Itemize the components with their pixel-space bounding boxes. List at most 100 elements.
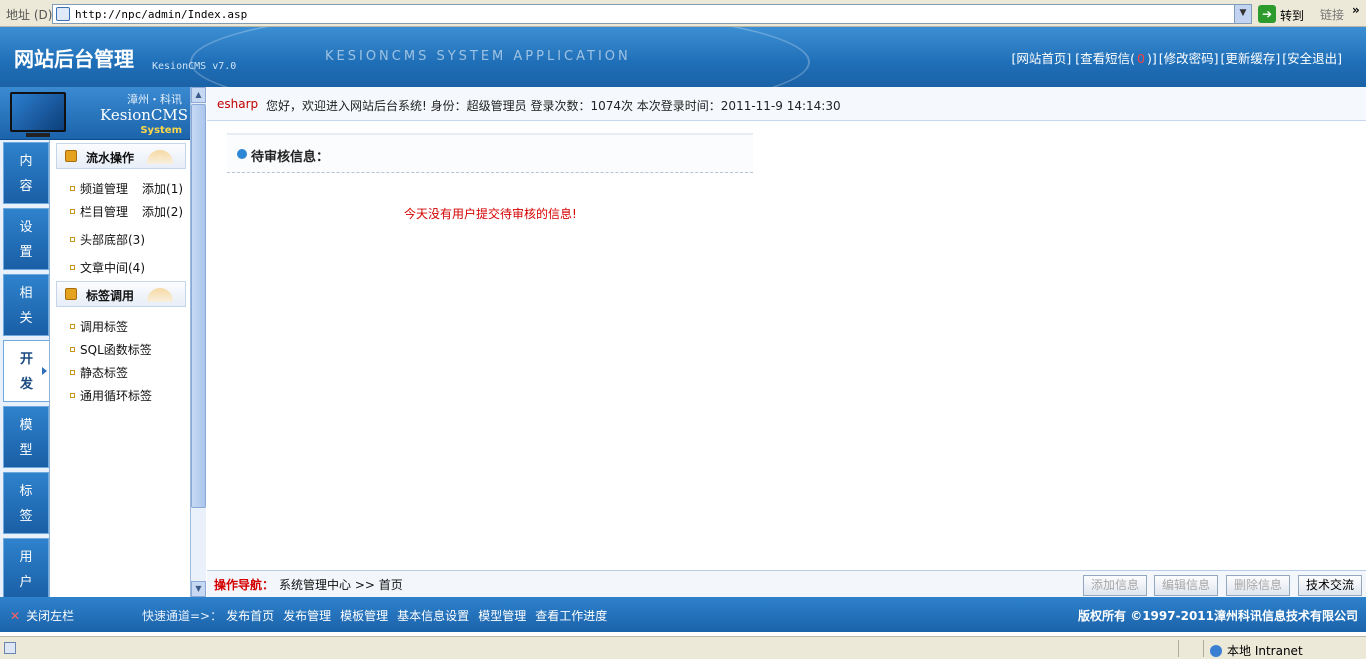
quick-link-template[interactable]: 模板管理 [340, 609, 388, 623]
add-info-button[interactable]: 添加信息 [1083, 575, 1147, 596]
nav-logout[interactable]: [安全退出] [1282, 51, 1342, 66]
address-bar: 地址 (D) http://npc/admin/Index.asp ▼ ➔ 转到… [0, 0, 1366, 27]
status-separator [1203, 640, 1204, 657]
go-button[interactable]: ➔ 转到 [1258, 4, 1314, 24]
tech-exchange-button[interactable]: 技术交流 [1298, 575, 1362, 596]
tab-content-label-bottom: 容 [19, 179, 33, 194]
collapse-icon [147, 288, 173, 302]
delete-info-button[interactable]: 删除信息 [1226, 575, 1290, 596]
menu-group-workflow[interactable]: 流水操作 [56, 143, 186, 169]
sidebar-menu: 流水操作 频道管理 添加(1) 栏目管理 添加(2) 头部底部(3) 文章中间(4)… [50, 140, 190, 597]
quick-link-model[interactable]: 模型管理 [478, 609, 526, 623]
tab-develop-label-bottom: 发 [19, 377, 33, 392]
tab-users-label-bottom: 户 [19, 575, 33, 590]
thumb-up-icon [65, 288, 77, 300]
tab-users[interactable]: 用 户 [3, 538, 49, 600]
status-bar: 本地 Intranet [0, 636, 1366, 659]
quick-links-label: 快速通道=>： [142, 609, 223, 623]
address-input[interactable]: http://npc/admin/Index.asp ▼ [52, 4, 1252, 24]
bullet-icon [70, 265, 75, 270]
close-icon: ✕ [10, 609, 21, 623]
menu-item-label[interactable]: 调用标签 [80, 320, 128, 334]
scroll-thumb[interactable] [191, 104, 206, 508]
go-arrow-icon: ➔ [1258, 5, 1276, 23]
menu-item-label[interactable]: 文章中间(4) [80, 261, 145, 275]
quick-link-publish-home[interactable]: 发布首页 [226, 609, 274, 623]
status-separator [1178, 640, 1179, 657]
page-title: 网站后台管理 [14, 47, 134, 71]
page-status-icon [4, 642, 16, 654]
menu-scrollbar[interactable]: ▲ ▼ [190, 87, 206, 597]
scroll-down-icon[interactable]: ▼ [191, 581, 206, 597]
quick-link-progress[interactable]: 查看工作进度 [535, 609, 607, 623]
menu-item-label[interactable]: 头部底部(3) [80, 233, 145, 247]
menu-group-tags[interactable]: 标签调用 [56, 281, 186, 307]
nav-messages[interactable]: [查看短信(0)] [1073, 51, 1156, 66]
menu-group-title: 流水操作 [86, 151, 135, 165]
menu-item-column: 栏目管理 添加(2) [70, 203, 183, 220]
username: esharp [217, 97, 259, 111]
tab-tags-label-top: 标 [19, 484, 33, 499]
address-dropdown-icon[interactable]: ▼ [1234, 5, 1251, 23]
address-label: 地址 (D) [6, 8, 53, 22]
footer: ✕ 关闭左栏 快速通道=>： 发布首页 发布管理 模板管理 基本信息设置 模型管理 查看工作进… [0, 597, 1366, 632]
copyright: 版权所有 ©1997-2011漳州科讯信息技术有限公司 [1078, 609, 1358, 623]
tab-model-label-top: 模 [19, 418, 33, 433]
address-url[interactable]: http://npc/admin/Index.asp [75, 8, 247, 21]
menu-item-add[interactable]: 添加(2) [142, 205, 183, 219]
nav-messages-post: )] [1146, 51, 1157, 66]
scroll-up-icon[interactable]: ▲ [191, 87, 206, 103]
bullet-icon [70, 393, 75, 398]
welcome-message: 您好，欢迎进入网站后台系统! 身份：超级管理员 登录次数：1074次 本次登录时… [266, 99, 841, 113]
nav-site-home[interactable]: [网站首页] [1011, 51, 1071, 66]
logo: 漳州・科讯 KesionCMS System [0, 87, 190, 140]
nav-messages-count: 0 [1136, 51, 1145, 66]
tab-related[interactable]: 相 关 [3, 274, 49, 336]
header-nav: [网站首页] [查看短信(0)] [修改密码] [更新缓存] [安全退出] [1009, 48, 1342, 67]
bullet-icon [70, 324, 75, 329]
tab-develop[interactable]: 开 发 [3, 340, 49, 402]
bullet-icon [70, 347, 75, 352]
monitor-stand-icon [26, 133, 50, 137]
bullet-icon [70, 237, 75, 242]
quick-link-publish-manage[interactable]: 发布管理 [283, 609, 331, 623]
menu-item-channel: 频道管理 添加(1) [70, 180, 183, 197]
quick-links: 快速通道=>： 发布首页 发布管理 模板管理 基本信息设置 模型管理 查看工作进度 [142, 607, 616, 624]
menu-item-label[interactable]: 静态标签 [80, 366, 128, 380]
menu-item-label[interactable]: 栏目管理 [80, 205, 128, 219]
pending-title: 待审核信息： [251, 150, 330, 165]
toolbar-more-button[interactable]: » [1352, 3, 1360, 17]
tab-content[interactable]: 内 容 [3, 142, 49, 204]
thumb-up-icon [65, 150, 77, 162]
tab-tags[interactable]: 标 签 [3, 472, 49, 534]
menu-item-header-footer: 头部底部(3) [70, 231, 145, 248]
security-zone: 本地 Intranet [1210, 642, 1303, 659]
globe-icon [1210, 645, 1222, 657]
tab-settings-label-bottom: 置 [19, 245, 33, 260]
tab-content-label-top: 内 [19, 154, 33, 169]
tab-related-label-bottom: 关 [19, 311, 33, 326]
menu-item-label[interactable]: 通用循环标签 [80, 389, 152, 403]
quick-link-basic-settings[interactable]: 基本信息设置 [397, 609, 469, 623]
menu-item-label[interactable]: 频道管理 [80, 182, 128, 196]
menu-item-static-tag: 静态标签 [70, 364, 128, 381]
tab-users-label-top: 用 [19, 550, 33, 565]
edit-info-button[interactable]: 编辑信息 [1154, 575, 1218, 596]
links-button[interactable]: 链接 [1320, 6, 1344, 23]
security-zone-label: 本地 Intranet [1227, 644, 1303, 658]
tab-settings[interactable]: 设 置 [3, 208, 49, 270]
logo-line1: 漳州・科讯 [127, 93, 182, 106]
tab-tags-label-bottom: 签 [19, 509, 33, 524]
menu-item-label[interactable]: SQL函数标签 [80, 343, 152, 357]
menu-item-add[interactable]: 添加(1) [142, 182, 183, 196]
go-label: 转到 [1280, 9, 1305, 23]
menu-item-call-tag: 调用标签 [70, 318, 128, 335]
nav-update-cache[interactable]: [更新缓存] [1220, 51, 1280, 66]
nav-change-password[interactable]: [修改密码] [1159, 51, 1219, 66]
menu-group-title: 标签调用 [86, 289, 135, 303]
operation-bar: 操作导航： 系统管理中心 >> 首页 添加信息 编辑信息 删除信息 技术交流 [207, 570, 1366, 597]
active-tab-arrow-icon [42, 367, 47, 375]
tab-settings-label-top: 设 [19, 220, 33, 235]
close-left-panel-button[interactable]: ✕ 关闭左栏 [10, 607, 74, 624]
tab-model[interactable]: 模 型 [3, 406, 49, 468]
